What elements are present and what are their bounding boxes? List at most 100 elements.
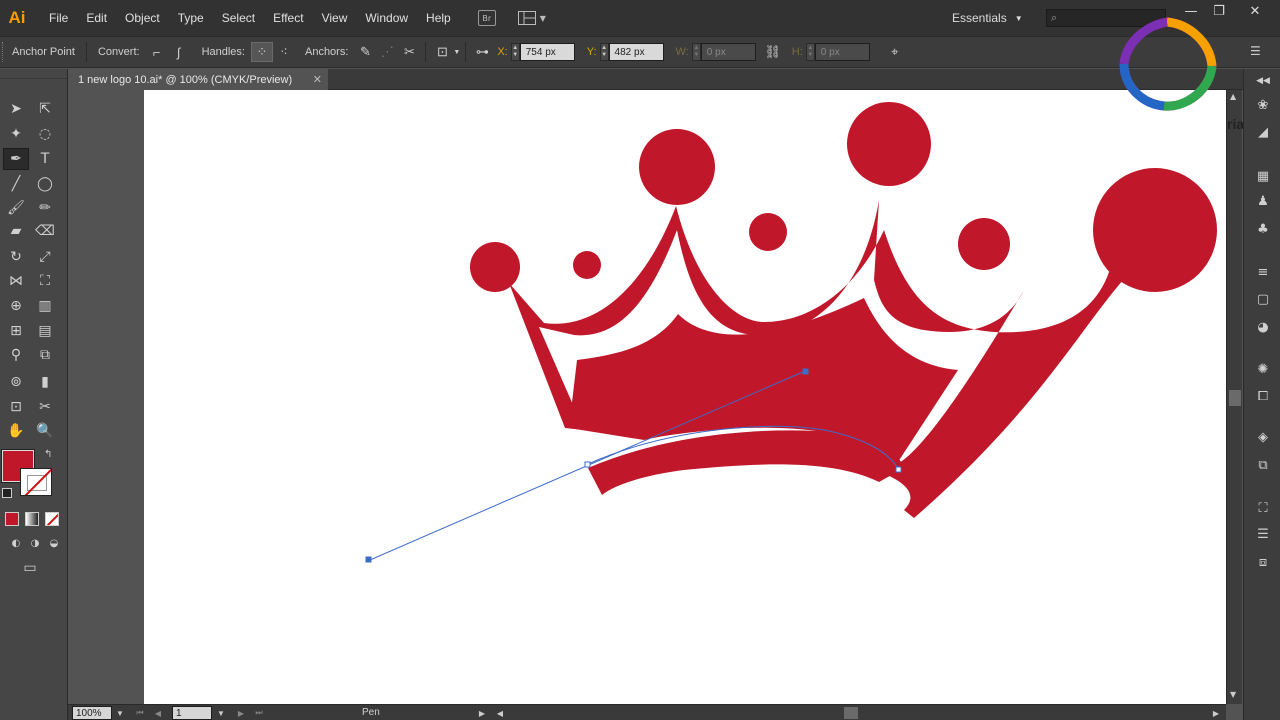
swatches-panel-icon[interactable]: ▦ xyxy=(1253,166,1273,186)
eraser-tool-icon[interactable]: ⌫ xyxy=(32,220,58,242)
menu-file[interactable]: File xyxy=(40,11,77,25)
convert-smooth-icon[interactable]: ʃ xyxy=(168,42,190,62)
transform-icon[interactable]: ⌖ xyxy=(884,42,906,62)
column-graph-tool-icon[interactable]: ▮ xyxy=(32,371,58,393)
last-artboard-icon[interactable]: ⏭ xyxy=(253,706,265,720)
gradient-tool-icon[interactable]: ▤ xyxy=(32,320,58,342)
zoom-tool-icon[interactable]: 🔍 xyxy=(32,420,58,442)
hand-tool-icon[interactable]: ✋ xyxy=(3,420,29,442)
status-menu-icon[interactable]: ▶ xyxy=(476,706,488,720)
constrain-link-icon[interactable]: ⛓ xyxy=(762,42,784,62)
direction-handle-point[interactable] xyxy=(365,556,372,563)
lasso-tool-icon[interactable]: ◌ xyxy=(32,123,58,145)
connect-anchors-icon[interactable]: ⋰ xyxy=(376,42,398,62)
screen-mode-icon[interactable]: ▭ xyxy=(17,557,43,579)
transparency-panel-icon[interactable]: ◕ xyxy=(1253,317,1273,337)
chevron-down-icon[interactable]: ▼ xyxy=(453,49,460,56)
ellipse-tool-icon[interactable]: ◯ xyxy=(32,173,58,195)
color-guide-icon[interactable]: ◢ xyxy=(1253,122,1273,142)
color-panel-icon[interactable]: ❀ xyxy=(1253,95,1273,115)
type-tool-icon[interactable]: T xyxy=(32,148,58,170)
x-field[interactable]: 754 px xyxy=(519,43,575,61)
artboard[interactable] xyxy=(144,90,1226,704)
first-artboard-icon[interactable]: ⏮ xyxy=(134,706,146,720)
gradient-mode-icon[interactable] xyxy=(25,512,39,526)
y-field[interactable]: 482 px xyxy=(608,43,664,61)
menu-edit[interactable]: Edit xyxy=(77,11,116,25)
scale-tool-icon[interactable]: ⤢ xyxy=(32,246,58,268)
selection-tool-icon[interactable]: ➤ xyxy=(3,98,29,120)
collapse-panels-icon[interactable]: ◀◀ xyxy=(1253,71,1273,91)
magic-wand-tool-icon[interactable]: ✦ xyxy=(3,123,29,145)
anchor-point[interactable] xyxy=(584,461,591,468)
align-panel-icon[interactable]: ☰ xyxy=(1253,524,1273,544)
eyedropper-tool-icon[interactable]: ⚲ xyxy=(3,344,29,366)
pencil-tool-icon[interactable]: ✏ xyxy=(32,197,58,219)
close-window-button[interactable]: ✕ xyxy=(1240,0,1270,22)
workspace-switcher[interactable]: Essentials ▼ xyxy=(952,0,1023,36)
default-colors-icon[interactable] xyxy=(2,488,12,498)
draw-inside-icon[interactable]: ◒ xyxy=(41,532,67,554)
horizontal-scroll-thumb[interactable] xyxy=(844,707,858,719)
artboards-panel-icon[interactable]: ⧉ xyxy=(1253,455,1273,475)
scroll-thumb[interactable] xyxy=(1229,390,1241,406)
cut-path-icon[interactable]: ✂ xyxy=(398,42,420,62)
canvas-area[interactable] xyxy=(68,90,1226,704)
symbols-panel-icon[interactable]: ♣ xyxy=(1253,219,1273,239)
artboard-field[interactable]: 1 xyxy=(172,706,212,720)
transform-panel-icon[interactable]: ⛶ xyxy=(1253,498,1273,518)
blend-tool-icon[interactable]: ⧉ xyxy=(32,344,58,366)
none-mode-icon[interactable] xyxy=(45,512,59,526)
menu-object[interactable]: Object xyxy=(116,11,169,25)
scroll-up-icon[interactable]: ▲ xyxy=(1230,92,1236,101)
y-stepper[interactable]: ▲ ▼ xyxy=(599,43,609,61)
document-tab[interactable]: 1 new logo 10.ai* @ 100% (CMYK/Preview) … xyxy=(68,69,328,90)
scroll-down-icon[interactable]: ▼ xyxy=(1230,690,1236,699)
isolate-icon[interactable]: ⊡ xyxy=(431,42,453,62)
pathfinder-panel-icon[interactable]: ⧈ xyxy=(1253,552,1273,572)
menu-select[interactable]: Select xyxy=(213,11,264,25)
align-icon[interactable]: ⊶ xyxy=(471,42,493,62)
perspective-grid-tool-icon[interactable]: ▥ xyxy=(32,295,58,317)
scroll-right-icon[interactable]: ▶ xyxy=(1210,706,1222,720)
bridge-button[interactable]: Br xyxy=(477,10,496,26)
direct-selection-tool-icon[interactable]: ⇱ xyxy=(32,98,58,120)
panel-menu-icon[interactable]: ☰ xyxy=(1250,44,1261,58)
brushes-panel-icon[interactable]: ♟ xyxy=(1253,191,1273,211)
chevron-down-icon[interactable]: ▼ xyxy=(215,706,227,720)
remove-anchor-icon[interactable]: ✎ xyxy=(354,42,376,62)
blob-brush-tool-icon[interactable]: ▰ xyxy=(3,220,29,242)
scroll-left-icon[interactable]: ◀ xyxy=(494,706,506,720)
paintbrush-tool-icon[interactable]: 🖌 xyxy=(3,197,29,219)
vertical-scrollbar[interactable]: ▲ ▼ xyxy=(1226,90,1242,704)
menu-effect[interactable]: Effect xyxy=(264,11,312,25)
rotate-tool-icon[interactable]: ↻ xyxy=(3,246,29,268)
layers-panel-icon[interactable]: ◈ xyxy=(1253,427,1273,447)
menu-help[interactable]: Help xyxy=(417,11,460,25)
gradient-panel-icon[interactable]: ▢ xyxy=(1253,289,1273,309)
line-tool-icon[interactable]: ╱ xyxy=(3,173,29,195)
next-artboard-icon[interactable]: ▶ xyxy=(235,706,247,720)
direction-handle-point[interactable] xyxy=(802,368,809,375)
pen-tool-icon[interactable]: ✒ xyxy=(3,148,29,170)
anchor-point[interactable] xyxy=(895,466,902,473)
menu-view[interactable]: View xyxy=(313,11,357,25)
stroke-panel-icon[interactable]: ≡ xyxy=(1253,262,1273,282)
graphic-styles-icon[interactable]: ⧠ xyxy=(1253,386,1273,406)
close-icon[interactable]: ✕ xyxy=(313,73,322,86)
menu-type[interactable]: Type xyxy=(169,11,213,25)
appearance-panel-icon[interactable]: ✺ xyxy=(1253,359,1273,379)
chevron-down-icon[interactable]: ▼ xyxy=(114,706,126,720)
stroke-color-swatch[interactable] xyxy=(20,468,52,496)
free-transform-tool-icon[interactable]: ⛶ xyxy=(32,270,58,292)
shape-builder-tool-icon[interactable]: ⊕ xyxy=(3,295,29,317)
arrange-documents-button[interactable]: ▼ xyxy=(517,11,546,25)
artboard-tool-icon[interactable]: ⊡ xyxy=(3,396,29,418)
color-mode-icon[interactable] xyxy=(5,512,19,526)
convert-corner-icon[interactable]: ⌐ xyxy=(146,42,168,62)
x-stepper[interactable]: ▲ ▼ xyxy=(510,43,520,61)
symbol-sprayer-tool-icon[interactable]: ⊚ xyxy=(3,371,29,393)
show-handles-icon[interactable]: ⁘ xyxy=(250,42,273,62)
slice-tool-icon[interactable]: ✂ xyxy=(32,396,58,418)
mesh-tool-icon[interactable]: ⊞ xyxy=(3,320,29,342)
